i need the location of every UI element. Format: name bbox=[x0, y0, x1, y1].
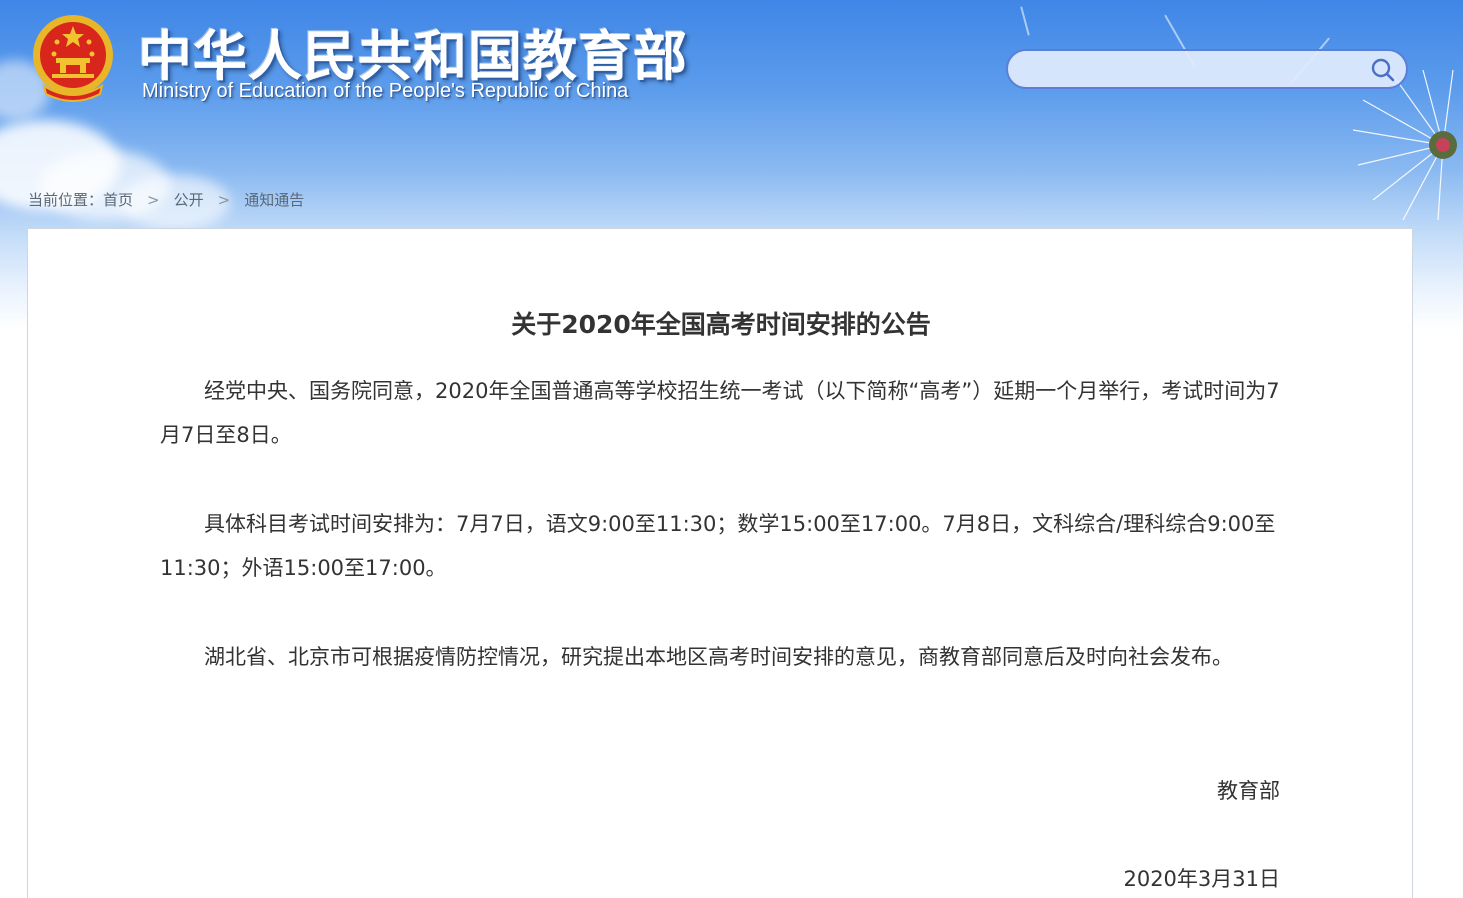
sparkle-decoration bbox=[1020, 6, 1030, 36]
breadcrumb-prefix: 当前位置： bbox=[28, 191, 104, 209]
search-box bbox=[1006, 49, 1408, 89]
article-title: 关于2020年全国高考时间安排的公告 bbox=[511, 310, 931, 339]
article-issuer: 教育部 bbox=[1217, 779, 1280, 803]
article-container: 关于2020年全国高考时间安排的公告 经党中央、国务院同意，2020年全国普通高… bbox=[27, 228, 1413, 898]
breadcrumb-item-home[interactable]: 首页 bbox=[103, 191, 133, 209]
breadcrumb-item-notices[interactable]: 通知通告 bbox=[244, 191, 304, 209]
national-emblem-icon bbox=[33, 15, 113, 102]
site-subtitle: Ministry of Education of the People's Re… bbox=[142, 80, 629, 102]
article-paragraph: 经党中央、国务院同意，2020年全国普通高等学校招生统一考试（以下简称“高考”）… bbox=[160, 379, 1280, 447]
article-date: 2020年3月31日 bbox=[1123, 867, 1280, 891]
article-paragraph: 具体科目考试时间安排为：7月7日，语文9:00至11:30；数学15:00至17… bbox=[160, 512, 1276, 580]
search-icon[interactable] bbox=[1370, 57, 1396, 83]
breadcrumb: 当前位置：首页 > 公开 > 通知通告 bbox=[28, 189, 304, 210]
page: 中华人民共和国教育部 Ministry of Education of the … bbox=[0, 0, 1463, 898]
breadcrumb-separator: > bbox=[147, 191, 160, 209]
article-paragraph: 湖北省、北京市可根据疫情防控情况，研究提出本地区高考时间安排的意见，商教育部同意… bbox=[204, 645, 1233, 669]
dandelion-decoration-icon bbox=[1353, 70, 1457, 220]
breadcrumb-item-public[interactable]: 公开 bbox=[174, 191, 204, 209]
search-input[interactable] bbox=[1026, 57, 1360, 83]
breadcrumb-separator: > bbox=[217, 191, 231, 209]
